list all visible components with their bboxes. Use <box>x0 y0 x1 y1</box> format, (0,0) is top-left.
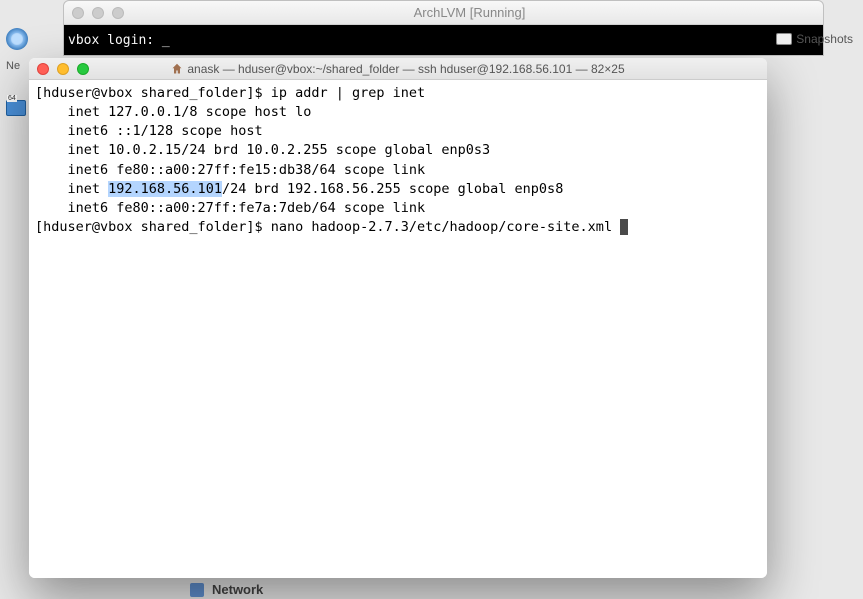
output-text: /24 brd 192.168.56.255 scope global enp0… <box>222 181 563 197</box>
terminal-content[interactable]: [hduser@vbox shared_folder]$ ip addr | g… <box>29 80 767 578</box>
vm-window: ArchLVM [Running] vbox login: _ <box>63 0 824 56</box>
terminal-title: anask — hduser@vbox:~/shared_folder — ss… <box>37 62 759 76</box>
vm-close-button[interactable] <box>72 7 84 19</box>
prompt: [hduser@vbox shared_folder]$ <box>35 219 271 235</box>
terminal-line: inet 192.168.56.101/24 brd 192.168.56.25… <box>35 180 761 199</box>
terminal-traffic-lights <box>37 63 89 75</box>
minimize-button[interactable] <box>57 63 69 75</box>
ne-label: Ne <box>6 60 28 72</box>
vm-titlebar[interactable]: ArchLVM [Running] <box>64 1 823 25</box>
terminal-line: inet 127.0.0.1/8 scope host lo <box>35 103 761 122</box>
gear-icon[interactable] <box>6 28 28 50</box>
terminal-line: [hduser@vbox shared_folder]$ ip addr | g… <box>35 84 761 103</box>
close-button[interactable] <box>37 63 49 75</box>
home-icon <box>171 63 183 75</box>
network-label: Network <box>212 582 263 597</box>
prompt: [hduser@vbox shared_folder]$ <box>35 85 271 101</box>
terminal-window: anask — hduser@vbox:~/shared_folder — ss… <box>29 58 767 578</box>
vm-login-prompt: vbox login: _ <box>68 33 170 48</box>
vm-window-title: ArchLVM [Running] <box>124 5 815 20</box>
terminal-line: inet6 fe80::a00:27ff:fe15:db38/64 scope … <box>35 161 761 180</box>
vm-console[interactable]: vbox login: _ <box>64 25 823 55</box>
terminal-title-text: anask — hduser@vbox:~/shared_folder — ss… <box>187 62 624 76</box>
command: nano hadoop-2.7.3/etc/hadoop/core-site.x… <box>271 219 621 235</box>
terminal-line: inet6 fe80::a00:27ff:fe7a:7deb/64 scope … <box>35 199 761 218</box>
terminal-line: inet 10.0.2.15/24 brd 10.0.2.255 scope g… <box>35 141 761 160</box>
snapshots-label: Snapshots <box>796 32 853 46</box>
network-icon <box>190 583 204 597</box>
zoom-button[interactable] <box>77 63 89 75</box>
output-text: inet <box>35 181 108 197</box>
network-panel-header[interactable]: Network <box>190 582 263 597</box>
terminal-titlebar[interactable]: anask — hduser@vbox:~/shared_folder — ss… <box>29 58 767 80</box>
terminal-line: inet6 ::1/128 scope host <box>35 122 761 141</box>
vm-traffic <box>72 7 124 19</box>
terminal-line: [hduser@vbox shared_folder]$ nano hadoop… <box>35 218 761 237</box>
vm-minimize-button[interactable] <box>92 7 104 19</box>
snapshots-button[interactable]: Snapshots <box>776 32 853 46</box>
selected-ip: 192.168.56.101 <box>108 181 222 197</box>
vm-zoom-button[interactable] <box>112 7 124 19</box>
cursor <box>620 219 628 235</box>
camera-icon <box>776 33 792 45</box>
vm-thumbnail-icon[interactable] <box>6 100 26 116</box>
command: ip addr | grep inet <box>271 85 425 101</box>
left-sidebar: Ne <box>6 28 28 116</box>
